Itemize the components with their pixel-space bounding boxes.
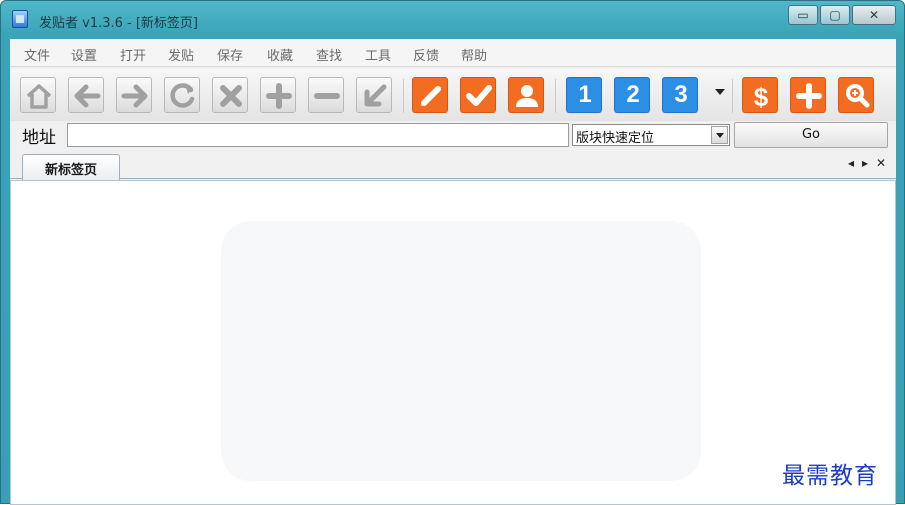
tab-next-icon[interactable]: ▸ <box>862 156 868 170</box>
edit-button[interactable] <box>412 77 448 113</box>
zoom-in-button[interactable] <box>260 77 296 113</box>
tab-close-icon[interactable]: ✕ <box>876 156 886 170</box>
user-button[interactable] <box>508 77 544 113</box>
window-title: 发贴者 v1.3.6 - [新标签页] <box>39 16 199 31</box>
menu-settings[interactable]: 设置 <box>71 45 97 64</box>
account-2-button[interactable]: 2 <box>614 77 650 113</box>
menu-find[interactable]: 查找 <box>316 45 342 64</box>
home-button[interactable] <box>20 77 56 113</box>
toolbar: 1 2 3 $ <box>10 69 896 121</box>
home-icon <box>26 84 52 109</box>
search-button[interactable] <box>838 77 874 113</box>
user-icon <box>516 85 538 107</box>
app-icon <box>12 10 28 28</box>
menu-file[interactable]: 文件 <box>24 45 50 64</box>
checkmark-icon <box>466 85 492 106</box>
client-area: 文件 设置 打开 发贴 保存 收藏 查找 工具 反馈 帮助 1 2 3 $ 地址… <box>10 39 896 505</box>
maximize-button[interactable]: ▢ <box>820 5 850 25</box>
page-content[interactable] <box>10 180 896 505</box>
zoom-in-plus-icon <box>266 83 292 109</box>
refresh-icon <box>170 83 195 108</box>
menu-save[interactable]: 保存 <box>217 45 243 64</box>
window-controls: ▭ ▢ ✕ <box>786 5 896 25</box>
menu-open[interactable]: 打开 <box>120 45 146 64</box>
tab-new-tab[interactable]: 新标签页 <box>22 154 120 180</box>
back-button[interactable] <box>68 77 104 113</box>
toolbar-separator <box>555 79 556 113</box>
menu-help[interactable]: 帮助 <box>461 45 487 64</box>
account-dropdown-arrow-icon[interactable] <box>715 89 725 95</box>
tab-prev-icon[interactable]: ◂ <box>848 156 854 170</box>
search-icon <box>846 84 870 108</box>
account-3-button[interactable]: 3 <box>662 77 698 113</box>
collapse-button[interactable] <box>356 77 392 113</box>
account-2-label: 2 <box>626 81 640 108</box>
account-3-label: 3 <box>674 81 688 108</box>
toolbar-separator <box>732 79 733 113</box>
dollar-icon: $ <box>754 82 769 112</box>
collapse-arrow-icon <box>364 84 387 107</box>
go-button[interactable]: Go <box>734 122 888 148</box>
zoom-out-button[interactable] <box>308 77 344 113</box>
pencil-icon <box>421 86 441 106</box>
menu-bar: 文件 设置 打开 发贴 保存 收藏 查找 工具 反馈 帮助 <box>10 39 896 67</box>
confirm-button[interactable] <box>460 77 496 113</box>
forward-arrow-icon <box>121 84 148 108</box>
tab-strip: 新标签页 ◂ ▸ ✕ <box>10 151 896 180</box>
zoom-out-minus-icon <box>314 93 340 99</box>
tab-label: 新标签页 <box>45 163 98 178</box>
account-1-button[interactable]: 1 <box>566 77 602 113</box>
toolbar-separator <box>403 79 404 113</box>
menu-tools[interactable]: 工具 <box>365 45 391 64</box>
app-window: 发贴者 v1.3.6 - [新标签页] ▭ ▢ ✕ 文件 设置 打开 发贴 保存… <box>0 0 905 505</box>
add-button[interactable] <box>790 77 826 113</box>
refresh-button[interactable] <box>164 77 200 113</box>
content-background <box>221 221 701 481</box>
menu-post[interactable]: 发贴 <box>168 45 194 64</box>
title-bar[interactable]: 发贴者 v1.3.6 - [新标签页] ▭ ▢ ✕ <box>1 1 905 35</box>
chevron-down-icon[interactable] <box>711 126 728 144</box>
dollar-button[interactable]: $ <box>742 77 778 113</box>
address-bar: 地址 版块快速定位 Go <box>10 121 896 149</box>
forum-quick-locate-select[interactable]: 版块快速定位 <box>572 124 730 146</box>
forum-select-value: 版块快速定位 <box>576 131 655 146</box>
stop-icon <box>220 85 242 107</box>
account-1-label: 1 <box>578 81 592 108</box>
watermark: 最需教育 <box>782 463 878 489</box>
close-button[interactable]: ✕ <box>852 5 896 25</box>
plus-icon <box>796 83 822 109</box>
address-input[interactable] <box>67 123 569 147</box>
back-arrow-icon <box>74 84 101 108</box>
address-label: 地址 <box>22 128 56 148</box>
forward-button[interactable] <box>116 77 152 113</box>
stop-button[interactable] <box>212 77 248 113</box>
minimize-button[interactable]: ▭ <box>788 5 818 25</box>
svg-text:$: $ <box>754 82 769 112</box>
menu-favorites[interactable]: 收藏 <box>267 45 293 64</box>
menu-feedback[interactable]: 反馈 <box>413 45 439 64</box>
